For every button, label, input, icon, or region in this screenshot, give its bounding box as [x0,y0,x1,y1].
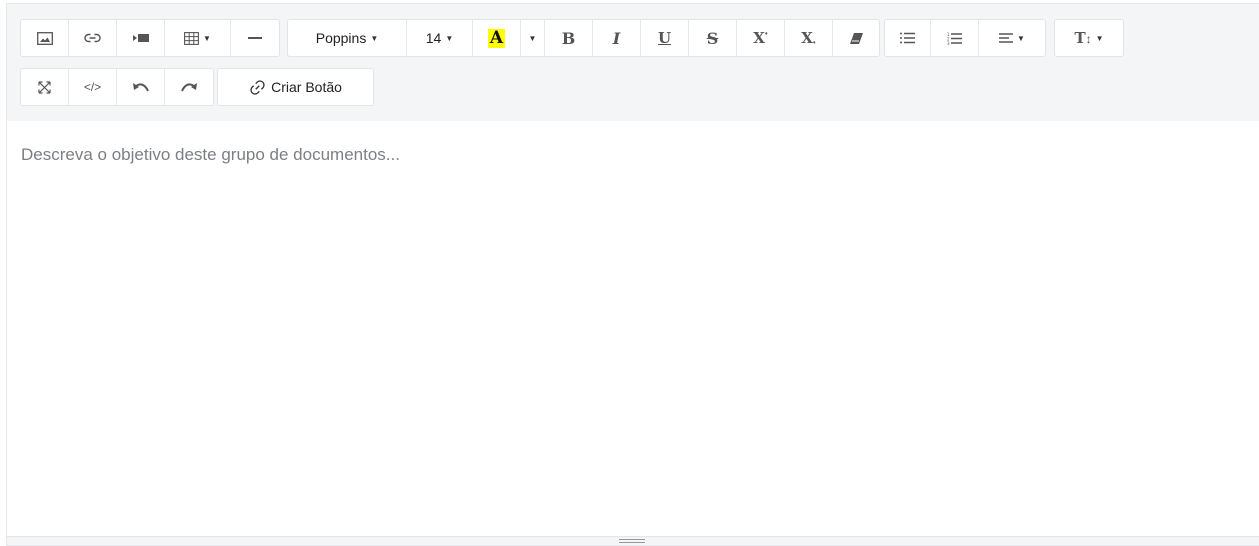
redo-button[interactable] [165,69,213,105]
view-group: </> [20,68,214,106]
superscript-icon: X• [753,29,768,47]
clear-format-button[interactable] [833,20,879,56]
image-icon [36,31,53,45]
italic-button[interactable]: I [593,20,641,56]
text-color-button[interactable]: A [473,20,521,56]
chevron-down-icon: ▼ [445,33,454,43]
italic-icon: I [612,28,621,48]
insert-horizontal-rule-button[interactable] [231,20,279,56]
superscript-button[interactable]: X• [737,20,785,56]
bold-icon: B [561,28,576,48]
strikethrough-icon: S [706,28,719,48]
ordered-list-button[interactable]: 123 [931,20,979,56]
code-view-button[interactable]: </> [69,69,117,105]
line-height-group: T↕ ▼ [1054,19,1124,57]
chevron-down-icon: ▼ [1095,33,1104,43]
underline-icon: U [657,29,672,47]
line-height-button[interactable]: T↕ ▼ [1055,20,1123,56]
paragraph-group: 123 ▼ [884,19,1046,57]
insert-link-button[interactable] [69,20,117,56]
insert-table-button[interactable]: ▼ [165,20,231,56]
font-size-select[interactable]: 14 ▼ [407,20,473,56]
fullscreen-icon [38,80,51,94]
text-color-icon: A [487,27,506,48]
editor-resize-bar[interactable] [7,536,1259,545]
font-family-value: Poppins [315,30,367,46]
unordered-list-button[interactable] [885,20,931,56]
video-icon [132,33,149,43]
font-size-value: 14 [425,30,442,46]
insert-video-button[interactable] [117,20,165,56]
ordered-list-icon: 123 [947,32,962,45]
link-icon [84,33,101,43]
insert-image-button[interactable] [21,20,69,56]
editor-toolbar: ▼ Poppins ▼ 14 ▼ A ▼ B I U S X• X• 1 2 3… [7,4,1259,121]
undo-button[interactable] [117,69,165,105]
editor-content-area[interactable]: Descreva o objetivo deste grupo de docum… [7,121,1259,539]
eraser-icon [849,32,863,44]
align-left-icon [999,33,1014,43]
svg-text:3: 3 [947,41,950,45]
code-view-icon: </> [83,80,102,94]
format-group: Poppins ▼ 14 ▼ A ▼ B I U S X• X• [287,19,880,57]
subscript-icon: X• [801,29,816,47]
chevron-down-icon: ▼ [370,33,379,43]
editor-placeholder: Descreva o objetivo deste grupo de docum… [21,145,400,164]
text-color-dropdown-button[interactable]: ▼ [521,20,545,56]
resize-grip-icon[interactable] [619,539,645,543]
table-icon [184,31,199,45]
align-button[interactable]: ▼ [979,20,1045,56]
subscript-button[interactable]: X• [785,20,833,56]
create-button-group: Criar Botão [217,68,374,106]
undo-icon [132,82,149,92]
create-button-button[interactable]: Criar Botão [218,69,373,105]
chevron-down-icon: ▼ [528,33,537,43]
link-icon [249,79,266,96]
horizontal-rule-icon [248,36,262,40]
fullscreen-button[interactable] [21,69,69,105]
font-family-select[interactable]: Poppins ▼ [288,20,407,56]
unordered-list-icon [900,32,915,44]
chevron-down-icon: ▼ [1017,33,1025,43]
redo-icon [181,82,197,92]
bold-button[interactable]: B [545,20,593,56]
strikethrough-button[interactable]: S [689,20,737,56]
line-height-icon: T↕ [1074,29,1092,47]
create-button-label: Criar Botão [271,79,342,95]
insert-group: ▼ [20,19,280,57]
rich-text-editor: ▼ Poppins ▼ 14 ▼ A ▼ B I U S X• X• 1 2 3… [6,3,1259,546]
chevron-down-icon: ▼ [203,33,211,43]
underline-button[interactable]: U [641,20,689,56]
